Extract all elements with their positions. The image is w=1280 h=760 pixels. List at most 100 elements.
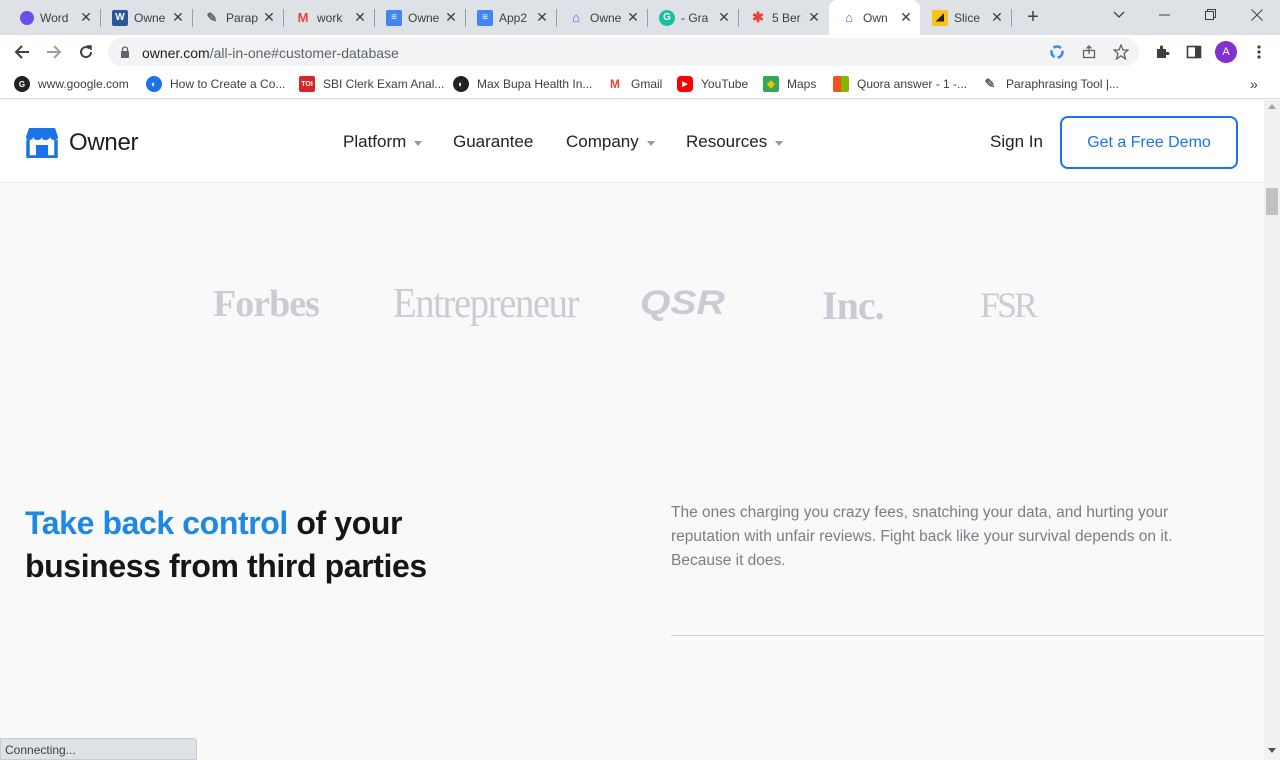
qsr-logo: QSR [640, 284, 725, 322]
bookmark-label: Max Bupa Health In... [477, 77, 593, 91]
minimize-button[interactable] [1142, 0, 1188, 30]
close-icon[interactable]: ✕ [716, 9, 732, 26]
close-icon[interactable]: ✕ [898, 9, 914, 26]
close-icon[interactable]: ✕ [806, 9, 822, 26]
scrollbar-thumb[interactable] [1266, 188, 1278, 215]
close-icon[interactable]: ✕ [170, 9, 186, 26]
kebab-menu-icon[interactable] [1250, 43, 1268, 61]
tab-3[interactable]: M work ✕ [283, 5, 375, 30]
close-icon[interactable]: ✕ [989, 9, 1005, 26]
toi-icon: TOI [299, 76, 315, 92]
bookmark-quora-answer[interactable]: Quora answer - 1 -... [833, 76, 967, 92]
sign-in-link[interactable]: Sign In [990, 132, 1043, 152]
bookmark-label: Gmail [631, 77, 663, 91]
tab-5[interactable]: ≡ App2 ✕ [465, 5, 557, 30]
side-panel-icon[interactable] [1185, 43, 1203, 61]
close-icon[interactable]: ✕ [352, 9, 368, 26]
tab-title: work [317, 10, 343, 25]
forbes-logo: Forbes [213, 283, 320, 325]
google-docs-icon: ≡ [386, 9, 402, 26]
scroll-up-icon[interactable] [1268, 104, 1276, 109]
bookmark-label: How to Create a Co... [170, 77, 286, 91]
url-text: owner.com/all-in-one#customer-database [142, 45, 399, 61]
profile-avatar[interactable]: A [1215, 41, 1237, 63]
tab-title: Owne [408, 10, 440, 25]
gmail-icon: M [297, 10, 309, 25]
section-description: The ones charging you crazy fees, snatch… [671, 504, 1173, 569]
bookmark-max-bupa[interactable]: ◐ Max Bupa Health In... [453, 76, 592, 92]
tab-title: Word [40, 10, 69, 25]
tab-10[interactable]: ◢ Slice ✕ [920, 5, 1012, 30]
bookmark-gmail[interactable]: M Gmail [607, 76, 662, 92]
tab-9-active[interactable]: ⌂ Own ✕ [829, 0, 920, 35]
close-icon[interactable]: ✕ [625, 9, 641, 26]
caret-down-icon [414, 140, 423, 146]
tab-2[interactable]: ✎ Parap ✕ [192, 5, 284, 30]
tab-title: Parap [226, 10, 259, 25]
tab-1[interactable]: W Owne ✕ [100, 5, 193, 30]
asterisk-icon: ✱ [752, 9, 764, 25]
bookmark-star-icon[interactable] [1113, 44, 1129, 60]
fsr-logo: FSR [980, 285, 1038, 325]
nav-guarantee[interactable]: Guarantee [453, 132, 533, 152]
status-bubble: Connecting... [0, 738, 197, 760]
forward-button[interactable] [41, 39, 67, 65]
tab-title: Owne [134, 10, 166, 25]
back-button[interactable] [9, 39, 35, 65]
tab-4[interactable]: ≡ Owne ✕ [374, 5, 466, 30]
bookmark-youtube[interactable]: ▶ YouTube [677, 76, 748, 92]
arrow-left-icon [14, 45, 29, 59]
close-icon[interactable]: ✕ [78, 9, 94, 26]
tab-search-button[interactable] [1096, 0, 1142, 30]
nav-company[interactable]: Company [566, 132, 655, 152]
browser-toolbar: owner.com/all-in-one#customer-database A [0, 35, 1280, 69]
tab-0[interactable]: Word ✕ [8, 5, 101, 30]
quill-icon: ✎ [984, 76, 996, 91]
share-icon[interactable] [1081, 44, 1097, 60]
nav-label: Guarantee [453, 132, 534, 151]
reload-button[interactable] [73, 39, 99, 65]
bookmark-google[interactable]: G www.google.com [14, 76, 129, 92]
bookmark-label: SBI Clerk Exam Anal... [323, 77, 445, 91]
tab-6[interactable]: ⌂ Owne ✕ [556, 5, 648, 30]
tab-title: Owne [590, 10, 622, 25]
slice-icon: ◢ [932, 9, 948, 26]
globe-icon: ◐ [453, 76, 469, 92]
quill-icon: ✎ [206, 9, 218, 25]
close-icon[interactable]: ✕ [534, 9, 550, 26]
page-scrollbar[interactable] [1264, 100, 1280, 760]
owner-store-icon: ⌂ [845, 10, 853, 25]
tab-title: Slice [954, 10, 981, 25]
google-icon: G [14, 76, 30, 92]
office-icon [833, 76, 849, 92]
new-tab-button[interactable]: + [1022, 6, 1044, 28]
nav-platform[interactable]: Platform [343, 132, 423, 152]
restore-button[interactable] [1188, 0, 1234, 30]
get-free-demo-button[interactable]: Get a Free Demo [1060, 116, 1238, 169]
section-headline: Take back control of your business from … [25, 502, 485, 588]
owner-logo[interactable]: Owner [25, 127, 139, 158]
tab-7[interactable]: G - Gra ✕ [647, 5, 739, 30]
bookmark-maps[interactable]: ◆ Maps [763, 76, 816, 92]
close-icon[interactable]: ✕ [261, 9, 277, 26]
bookmark-label: Paraphrasing Tool |... [1006, 77, 1119, 91]
tab-divider [1011, 9, 1012, 27]
bookmark-label: Maps [787, 77, 817, 91]
address-bar[interactable]: owner.com/all-in-one#customer-database [108, 38, 1139, 66]
close-icon[interactable]: ✕ [443, 9, 459, 26]
gmail-icon: M [610, 77, 620, 91]
close-window-button[interactable] [1234, 0, 1280, 30]
bookmarks-overflow-icon[interactable]: » [1250, 76, 1258, 92]
bookmark-paraphrasing-tool[interactable]: ✎ Paraphrasing Tool |... [982, 76, 1119, 92]
bookmark-label: YouTube [701, 77, 749, 91]
grammarly-icon: G [659, 9, 675, 26]
bookmark-label: www.google.com [38, 77, 129, 91]
extensions-icon[interactable] [1153, 43, 1171, 61]
bookmark-sbi-clerk[interactable]: TOI SBI Clerk Exam Anal... [299, 76, 444, 92]
google-lens-icon[interactable] [1049, 44, 1065, 60]
tab-8[interactable]: ✱ 5 Ber ✕ [738, 5, 828, 30]
headline-accent: Take back control [25, 505, 288, 541]
bookmark-how-to-create[interactable]: ◐ How to Create a Co... [146, 76, 285, 92]
nav-resources[interactable]: Resources [686, 132, 784, 152]
scroll-down-icon[interactable] [1268, 748, 1276, 753]
